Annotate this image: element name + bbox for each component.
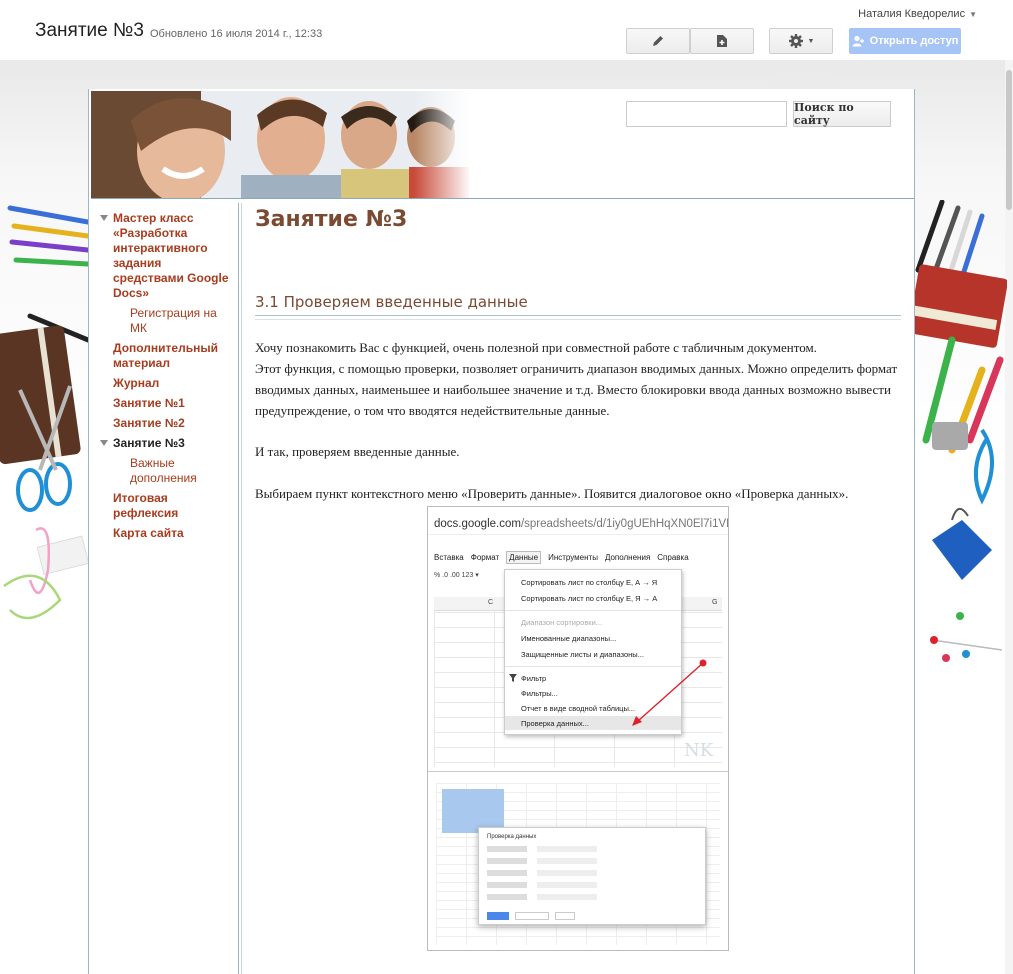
site-navigation: Мастер класс «Разработка интерактивного … xyxy=(89,203,239,974)
user-menu[interactable]: Наталия Кведорелис ▼ xyxy=(858,8,977,20)
nav-item-label: Журнал xyxy=(113,376,160,390)
nav-item-master-class[interactable]: Мастер класс «Разработка интерактивного … xyxy=(99,211,234,301)
nav-item-journal[interactable]: Журнал xyxy=(99,376,234,391)
person-icon xyxy=(852,35,864,47)
figure2-cancel-button xyxy=(555,912,575,920)
site-frame: Поиск по сайту Мастер класс «Разработка … xyxy=(88,89,915,974)
section-heading: 3.1 Проверяем введенные данные xyxy=(255,293,901,316)
chevron-down-icon: ▼ xyxy=(969,10,977,19)
figure2-dialog-row xyxy=(487,846,697,852)
share-label: Открыть доступ xyxy=(869,35,959,47)
nav-list: Мастер класс «Разработка интерактивного … xyxy=(99,211,234,546)
spreadsheet-screenshot-figure: docs.google.com/spreadsheets/d/1iy0gUEhH… xyxy=(427,506,729,951)
expand-triangle-icon[interactable] xyxy=(100,440,108,446)
intro-paragraph: Хочу познакомить Вас с функцией, очень п… xyxy=(255,337,905,421)
user-name: Наталия Кведорелис xyxy=(858,8,966,20)
students-header-image xyxy=(91,91,471,198)
stationery-decoration-right xyxy=(912,200,1007,662)
nav-item-label: Дополнительный материал xyxy=(113,341,218,370)
figure2-dialog-row xyxy=(487,858,697,864)
nav-item-label: Регистрация на МК xyxy=(130,306,217,335)
sites-header: Занятие №3 Обновлено 16 июля 2014 г., 12… xyxy=(0,0,1013,60)
pencil-icon xyxy=(653,36,663,46)
site-banner: Поиск по сайту xyxy=(91,91,914,199)
figure2-save-button xyxy=(487,912,509,920)
nav-item-label: Занятие №2 xyxy=(113,416,185,430)
nav-item-important-additions[interactable]: Важные дополнения xyxy=(99,456,234,486)
watermark-icon: NK xyxy=(684,740,714,761)
site-search-button[interactable]: Поиск по сайту xyxy=(793,101,891,127)
nav-item-final-reflection[interactable]: Итоговая рефлексия xyxy=(99,491,234,521)
nav-item-label: Итоговая рефлексия xyxy=(113,491,179,520)
figure2-dialog-row xyxy=(487,894,697,900)
intro-line-2: Этот функция, с помощью проверки, позвол… xyxy=(255,361,898,418)
chevron-down-icon: ▼ xyxy=(807,37,815,45)
new-page-button[interactable] xyxy=(690,28,754,54)
figure2-dialog-row xyxy=(487,882,697,888)
intro-line-1: Хочу познакомить Вас с функцией, очень п… xyxy=(255,340,817,355)
nav-item-sitemap[interactable]: Карта сайта xyxy=(99,526,234,541)
red-arrow-annotation xyxy=(632,659,707,726)
figure2-validation-dialog: Проверка данных xyxy=(478,827,706,925)
page-name: Занятие №3 xyxy=(35,20,144,41)
nav-item-extra-material[interactable]: Дополнительный материал xyxy=(99,341,234,371)
new-page-icon xyxy=(717,35,727,47)
nav-item-label: Занятие №1 xyxy=(113,396,185,410)
nav-item-label: Карта сайта xyxy=(113,526,184,540)
check-paragraph: И так, проверяем введенные данные. xyxy=(255,444,460,459)
page-title: Занятие №3 xyxy=(255,207,408,232)
stationery-decoration-left xyxy=(0,205,88,620)
nav-item-lesson-3[interactable]: Занятие №3 xyxy=(99,436,234,451)
expand-triangle-icon[interactable] xyxy=(100,215,108,221)
scrollbar-thumb[interactable] xyxy=(1006,70,1012,210)
last-updated: Обновлено 16 июля 2014 г., 12:33 xyxy=(150,28,323,40)
sidebar-divider xyxy=(241,203,242,974)
figure2-dialog-row xyxy=(487,870,697,876)
nav-item-label: Мастер класс «Разработка интерактивного … xyxy=(113,211,229,300)
nav-item-label: Важные дополнения xyxy=(130,456,197,485)
section-divider xyxy=(255,319,901,320)
more-actions-button[interactable]: ▼ xyxy=(769,28,833,54)
share-button[interactable]: Открыть доступ xyxy=(849,28,961,54)
nav-item-label: Занятие №3 xyxy=(113,436,185,450)
edit-page-button[interactable] xyxy=(626,28,690,54)
figure2-dialog-title: Проверка данных xyxy=(487,834,537,840)
gear-icon xyxy=(788,34,803,48)
figure-divider xyxy=(428,771,728,772)
nav-item-lesson-2[interactable]: Занятие №2 xyxy=(99,416,234,431)
nav-item-registration[interactable]: Регистрация на МК xyxy=(99,306,234,336)
site-search-input[interactable] xyxy=(626,101,787,127)
nav-item-lesson-1[interactable]: Занятие №1 xyxy=(99,396,234,411)
figure2-remove-button xyxy=(515,912,549,920)
menu-instruction-paragraph: Выбираем пункт контекстного меню «Провер… xyxy=(255,486,849,501)
